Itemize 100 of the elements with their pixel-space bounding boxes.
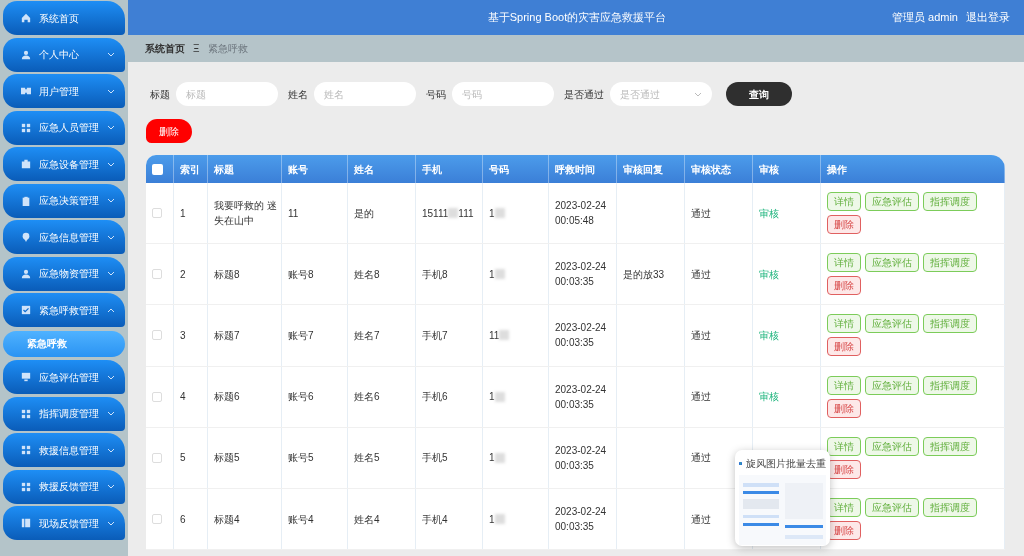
table-cell-text: 手机8: [422, 267, 448, 282]
sidebar-item[interactable]: 系统首页: [3, 1, 125, 35]
action-button[interactable]: 详情: [827, 436, 861, 456]
row-checkbox[interactable]: [152, 330, 162, 341]
table-cell-text: 通过: [691, 328, 711, 343]
action-button[interactable]: 详情: [827, 253, 861, 273]
table-cell-text: 通过: [691, 267, 711, 282]
table-cell: 标题5: [208, 427, 282, 488]
table-cell: 11: [282, 183, 348, 244]
blurred-mask: [494, 208, 505, 219]
column-header: 审核状态: [685, 155, 753, 183]
action-button[interactable]: 详情: [827, 375, 861, 395]
table-cell-text: 手机5: [422, 451, 448, 466]
row-checkbox[interactable]: [152, 269, 162, 280]
table-cell-text: 2023-02-24 00:03:35: [555, 321, 608, 351]
action-button[interactable]: 指挥调度: [923, 375, 977, 395]
table-cell: 姓名6: [348, 366, 416, 427]
table-cell-text: 1: [489, 390, 495, 405]
action-button[interactable]: 详情: [827, 192, 861, 212]
sidebar-item[interactable]: 指挥调度管理: [3, 396, 125, 431]
table-cell-text: 1: [489, 451, 495, 466]
book-icon: [21, 518, 31, 528]
sidebar-item[interactable]: 用户管理: [3, 74, 125, 108]
sidebar-item[interactable]: 应急人员管理: [3, 110, 125, 145]
table-cell-text: 通过: [691, 451, 711, 466]
delete-button[interactable]: 删除: [827, 276, 861, 296]
logout-link[interactable]: 退出登录: [966, 9, 1010, 26]
action-button[interactable]: 指挥调度: [923, 498, 977, 518]
column-header: 呼救时间: [549, 155, 617, 183]
search-button[interactable]: 查询: [726, 82, 792, 106]
row-checkbox[interactable]: [152, 391, 162, 402]
sidebar-item[interactable]: 应急决策管理: [3, 183, 125, 218]
audit-link[interactable]: 审核: [759, 327, 779, 343]
table-cell: 账号4: [282, 488, 348, 550]
sidebar-item[interactable]: 救援反馈管理: [3, 469, 125, 504]
table-cell: 姓名5: [348, 427, 416, 488]
action-button[interactable]: 应急评估: [865, 436, 919, 456]
search-field[interactable]: 姓名: [314, 82, 416, 106]
table-cell: 姓名7: [348, 305, 416, 366]
search-field[interactable]: 标题: [176, 82, 278, 106]
column-header: 索引: [174, 155, 208, 183]
row-checkbox[interactable]: [152, 208, 162, 219]
delete-button[interactable]: 删除: [146, 119, 192, 143]
audit-link[interactable]: 审核: [759, 266, 779, 282]
table-cell-text: 通过: [691, 206, 711, 221]
action-button[interactable]: 指挥调度: [923, 192, 977, 212]
sidebar-item[interactable]: 救援信息管理: [3, 433, 125, 467]
sidebar-item[interactable]: 应急评估管理: [3, 360, 125, 394]
sidebar-item[interactable]: 现场反馈管理: [3, 506, 125, 540]
action-button[interactable]: 指挥调度: [923, 436, 977, 456]
row-checkbox[interactable]: [152, 452, 162, 463]
sidebar-item[interactable]: 紧急呼救管理: [3, 293, 125, 327]
column-header: 手机: [416, 155, 483, 183]
grid-icon: [21, 122, 31, 133]
audit-link[interactable]: 审核: [759, 389, 779, 405]
action-button[interactable]: 应急评估: [865, 253, 919, 273]
grid-icon: [21, 408, 31, 419]
table-cell: 标题7: [208, 305, 282, 366]
sidebar-item[interactable]: 个人中心: [3, 37, 125, 72]
search-field[interactable]: 号码: [452, 82, 554, 106]
table-cell: 标题4: [208, 488, 282, 550]
clipboard-icon: [21, 195, 31, 206]
sidebar-subitem[interactable]: 紧急呼救: [3, 330, 125, 357]
site-title: 基于Spring Boot的灾害应急救援平台: [486, 10, 668, 26]
table-cell: 账号6: [282, 366, 348, 427]
location-pin-icon: [21, 232, 31, 242]
delete-button[interactable]: 删除: [827, 398, 861, 418]
action-button[interactable]: 应急评估: [865, 498, 919, 518]
audit-link[interactable]: 审核: [759, 205, 779, 221]
table-cell: 4: [174, 366, 208, 427]
action-button[interactable]: 指挥调度: [923, 253, 977, 273]
sidebar-item[interactable]: 应急设备管理: [3, 147, 125, 181]
popup-title: 旋风图片批量去重: [746, 457, 826, 471]
column-header: 操作: [821, 155, 1005, 183]
home-icon: [21, 13, 31, 23]
table-cell: 3: [174, 305, 208, 366]
table-cell-text: 2023-02-24 00:05:48: [555, 199, 608, 229]
field-label: 标题: [150, 87, 170, 102]
table-cell: 是的: [348, 183, 416, 244]
row-checkbox[interactable]: [152, 514, 162, 525]
action-button[interactable]: 应急评估: [865, 192, 919, 212]
sidebar-item[interactable]: 应急信息管理: [3, 220, 125, 254]
breadcrumb-link[interactable]: 系统首页: [145, 41, 185, 56]
table-cell-text: 15111: [422, 206, 449, 221]
blurred-mask: [494, 452, 505, 463]
table-cell: 姓名4: [348, 488, 416, 550]
delete-button[interactable]: 删除: [827, 215, 861, 235]
field-label: 号码: [426, 87, 446, 102]
table-cell-text: 手机7: [422, 328, 448, 343]
table-cell: 我要呼救的 迷失在山中: [208, 183, 282, 244]
table-cell-text: 1: [489, 267, 495, 282]
action-button[interactable]: 指挥调度: [923, 314, 977, 334]
delete-button[interactable]: 删除: [827, 337, 861, 357]
select-field[interactable]: 是否通过: [610, 82, 712, 106]
action-button[interactable]: 详情: [827, 314, 861, 334]
column-header: 审核回复: [617, 155, 685, 183]
select-all-checkbox[interactable]: [152, 163, 163, 175]
sidebar-item[interactable]: 应急物资管理: [3, 256, 125, 291]
action-button[interactable]: 应急评估: [865, 314, 919, 334]
action-button[interactable]: 应急评估: [865, 375, 919, 395]
